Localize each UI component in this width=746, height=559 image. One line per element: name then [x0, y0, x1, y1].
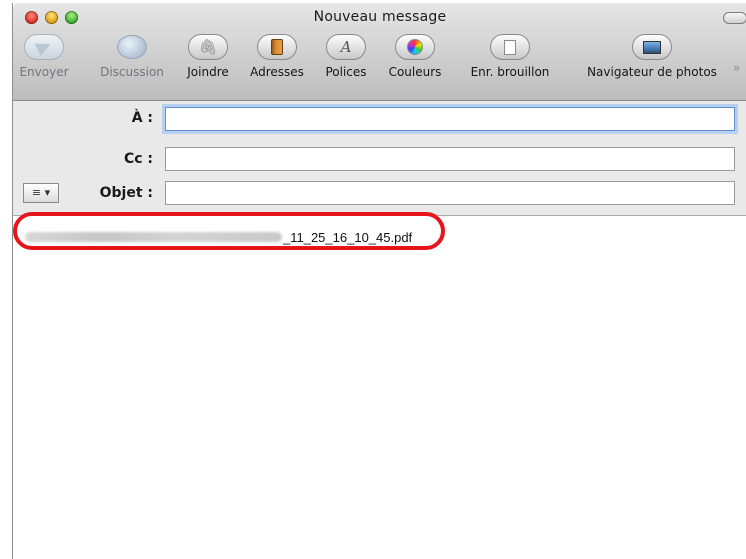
redacted-filename-prefix	[25, 232, 282, 242]
attachment-filename-suffix: _11_25_16_10_45.pdf	[283, 229, 413, 245]
cc-field[interactable]	[165, 147, 735, 171]
fonts-button-label: Polices	[325, 65, 367, 79]
to-field[interactable]	[165, 107, 735, 131]
fonts-button[interactable]: A Polices	[320, 34, 372, 94]
addresses-button[interactable]: Adresses	[245, 34, 309, 94]
window-title: Nouveau message	[313, 9, 447, 25]
attachment-filename[interactable]: _11_25_16_10_45.pdf	[25, 227, 412, 247]
chat-bubble-icon	[117, 35, 147, 59]
attach-button[interactable]: 🖇 Joindre	[183, 34, 233, 94]
toolbar-toggle-button[interactable]	[723, 12, 746, 24]
message-header-fields: À : Cc : ≡ ▾ Objet :	[13, 101, 746, 216]
colors-button[interactable]: Couleurs	[383, 34, 447, 94]
photo-browser-button-label: Navigateur de photos	[587, 65, 717, 79]
send-icon	[34, 37, 54, 57]
attach-button-label: Joindre	[187, 65, 229, 79]
to-label: À :	[131, 110, 153, 126]
address-book-icon	[271, 39, 283, 55]
discussion-button-label: Discussion	[100, 65, 164, 79]
font-icon: A	[340, 38, 352, 56]
title-toolbar-area: Nouveau message Envoyer Discussion 🖇 Joi…	[13, 3, 746, 101]
draft-document-icon	[504, 39, 516, 55]
subject-field[interactable]	[165, 181, 735, 205]
toolbar-overflow-icon[interactable]: »	[733, 61, 740, 75]
subject-label: Objet :	[99, 185, 153, 201]
send-button-label: Envoyer	[19, 65, 69, 79]
save-draft-button[interactable]: Enr. brouillon	[459, 34, 561, 94]
header-format-menu-button[interactable]: ≡ ▾	[23, 183, 59, 203]
color-wheel-icon	[407, 39, 423, 55]
mail-compose-window: Nouveau message Envoyer Discussion 🖇 Joi…	[12, 3, 746, 559]
send-button[interactable]: Envoyer	[15, 34, 73, 94]
cc-label: Cc :	[123, 151, 153, 167]
addresses-button-label: Adresses	[250, 65, 304, 79]
message-body[interactable]: _11_25_16_10_45.pdf	[13, 212, 746, 559]
save-draft-button-label: Enr. brouillon	[470, 65, 550, 79]
paperclip-icon: 🖇	[198, 38, 218, 56]
photo-browser-icon	[643, 40, 661, 54]
colors-button-label: Couleurs	[388, 65, 442, 79]
discussion-button[interactable]: Discussion	[94, 34, 170, 94]
photo-browser-button[interactable]: Navigateur de photos	[573, 34, 731, 94]
